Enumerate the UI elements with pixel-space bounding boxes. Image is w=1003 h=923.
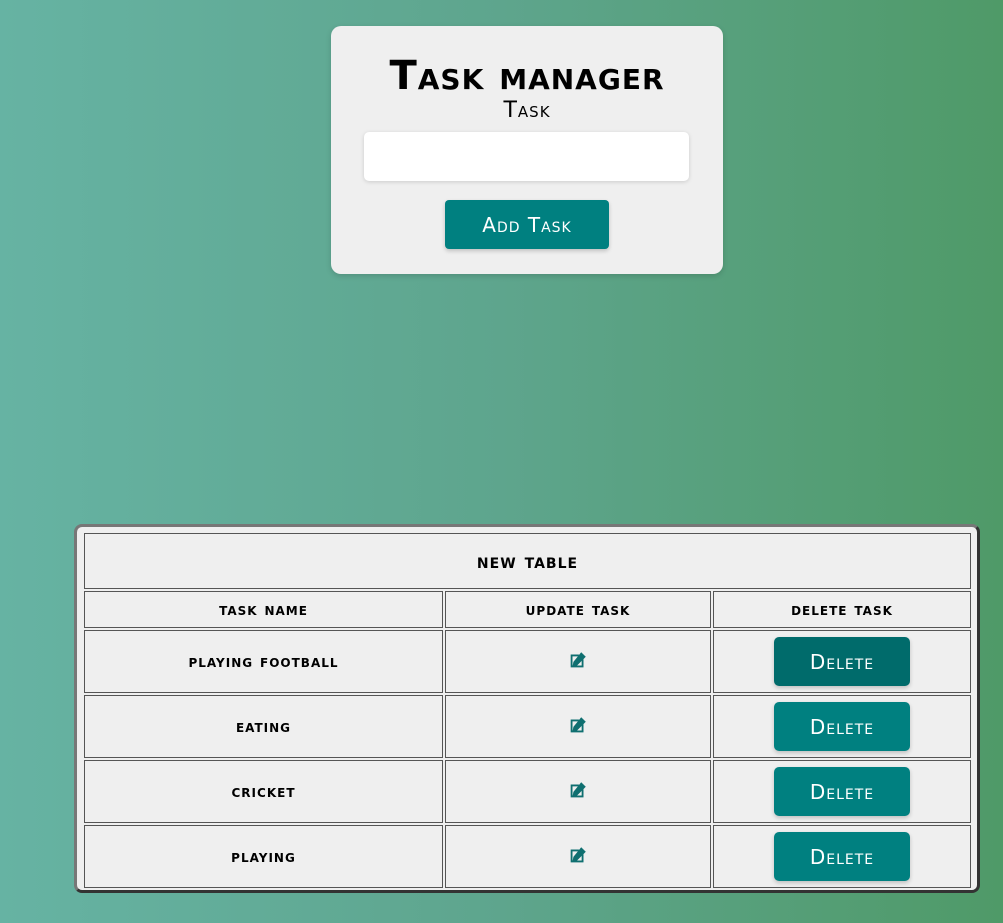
task-name-cell: playing football [84, 630, 443, 693]
edit-icon[interactable] [567, 649, 589, 671]
task-form-card: Task manager Task Add Task [331, 26, 723, 274]
task-table-container: new table task name update task delete t… [74, 524, 980, 893]
table-row: playing football Delete [84, 630, 971, 693]
task-table: new table task name update task delete t… [82, 531, 973, 890]
delete-cell: Delete [713, 630, 971, 693]
edit-icon[interactable] [567, 779, 589, 801]
edit-icon[interactable] [567, 844, 589, 866]
table-title: new table [84, 533, 971, 589]
task-input[interactable] [364, 132, 689, 181]
update-cell [445, 630, 711, 693]
task-name-cell: cricket [84, 760, 443, 823]
add-task-button[interactable]: Add Task [445, 200, 609, 249]
update-cell [445, 760, 711, 823]
header-update-task: update task [445, 591, 711, 628]
delete-cell: Delete [713, 695, 971, 758]
delete-button[interactable]: Delete [774, 637, 910, 686]
delete-cell: Delete [713, 825, 971, 888]
header-task-name: task name [84, 591, 443, 628]
delete-button[interactable]: Delete [774, 702, 910, 751]
table-row: playing Delete [84, 825, 971, 888]
table-row: cricket Delete [84, 760, 971, 823]
delete-button[interactable]: Delete [774, 832, 910, 881]
table-row: eating Delete [84, 695, 971, 758]
task-name-cell: playing [84, 825, 443, 888]
header-delete-task: delete task [713, 591, 971, 628]
edit-icon[interactable] [567, 714, 589, 736]
update-cell [445, 695, 711, 758]
page-title: Task manager [389, 53, 665, 99]
delete-cell: Delete [713, 760, 971, 823]
task-label: Task [503, 98, 551, 123]
task-name-cell: eating [84, 695, 443, 758]
delete-button[interactable]: Delete [774, 767, 910, 816]
update-cell [445, 825, 711, 888]
